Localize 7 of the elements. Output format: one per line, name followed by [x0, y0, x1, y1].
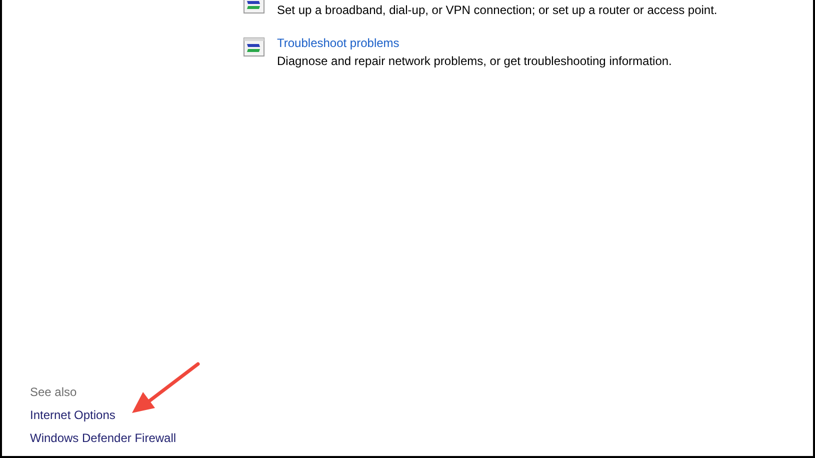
task-description: Diagnose and repair network problems, or get troubleshooting information.: [277, 53, 672, 70]
see-also-link[interactable]: Windows Defender Firewall: [30, 427, 176, 450]
see-also-heading: See also: [30, 384, 78, 401]
task-link[interactable]: Troubleshoot problems: [277, 34, 672, 52]
task-description: Set up a broadband, dial-up, or VPN connection; or set up a router or access point.: [277, 2, 718, 19]
see-also-link[interactable]: Internet Options: [30, 404, 116, 427]
network-icon: [243, 37, 265, 57]
